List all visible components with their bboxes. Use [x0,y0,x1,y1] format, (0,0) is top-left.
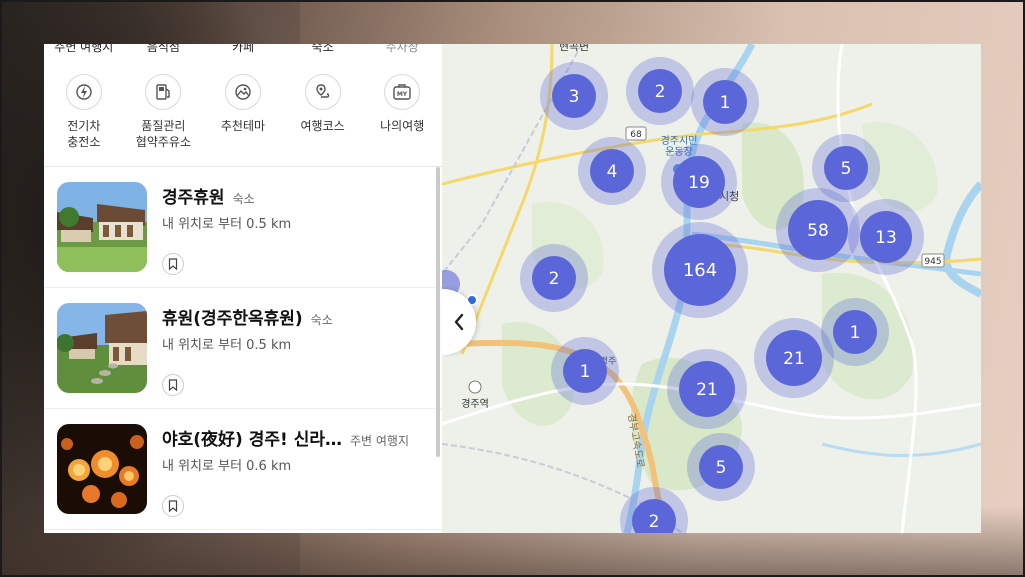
map-cluster-marker[interactable]: 5 [687,433,755,501]
quick-menu-gas-station[interactable]: 품질관리 협약주유소 [124,74,204,150]
cluster-count: 21 [696,380,718,400]
place-title[interactable]: 휴원(경주한옥휴원) [162,304,303,329]
map-cluster-marker[interactable]: 1 [691,68,759,136]
map-cluster-marker[interactable]: 19 [661,144,737,220]
category-tab[interactable]: 주변 여행지 [44,44,124,56]
cluster-count: 164 [683,260,717,281]
map-cluster-marker[interactable]: 21 [754,318,834,398]
station-icon [468,380,482,394]
cluster-count: 2 [549,269,560,289]
place-distance: 내 위치로 부터 0.5 km [162,217,292,232]
cluster-count: 5 [716,458,727,478]
place-distance: 내 위치로 부터 0.5 km [162,338,292,353]
category-tab[interactable]: 카페 [203,44,283,56]
place-distance: 내 위치로 부터 0.6 km [162,459,292,474]
road-number: 945 [924,257,941,267]
cluster-count: 19 [688,173,710,193]
my-trip-badge: MY [397,91,408,98]
cluster-count: 4 [607,162,618,182]
cluster-count: 1 [850,323,861,343]
bookmark-icon [168,379,178,391]
quick-menu: 전기차 충전소 품질관리 협약주유소 추천테마 여행코스 MY 나의여행 [44,74,442,150]
side-panel: 주변 여행지 음식점 카페 숙소 주차장 전기차 충전소 품질관리 협약주유소 [44,44,443,533]
map-label: 현곡면 [559,44,589,53]
quick-menu-label: 나의여행 [380,119,425,133]
place-list: 경주휴원 숙소 내 위치로 부터 0.5 km 휴원(경주한옥휴원) 숙소 내 … [44,167,442,530]
quick-menu-label: 추천테마 [220,119,266,133]
list-scrollbar[interactable] [436,167,440,457]
category-tab[interactable]: 숙소 [283,44,363,56]
place-title[interactable]: 경주휴원 [162,183,225,208]
place-type: 숙소 [232,192,255,206]
quick-menu-theme[interactable]: 추천테마 [203,74,283,150]
category-tab[interactable]: 주차장 [362,44,442,56]
place-thumbnail [57,424,147,514]
quick-menu-route[interactable]: 여행코스 [283,74,363,150]
place-type: 숙소 [310,313,333,327]
place-card[interactable]: 경주휴원 숙소 내 위치로 부터 0.5 km [44,167,442,288]
map-cluster-marker[interactable]: 3 [540,62,608,130]
bookmark-button[interactable] [162,495,184,517]
map-cluster-marker[interactable]: 13 [848,199,924,275]
place-card[interactable]: 야호(夜好) 경주! 신라… 주변 여행지 내 위치로 부터 0.6 km [44,409,442,530]
map-cluster-marker[interactable]: 2 [626,57,694,125]
place-title[interactable]: 야호(夜好) 경주! 신라… [162,425,342,450]
place-thumbnail [57,303,147,393]
app-window: 주변 여행지 음식점 카페 숙소 주차장 전기차 충전소 품질관리 협약주유소 [44,44,981,533]
cluster-count: 3 [569,87,580,107]
bookmark-icon [168,258,178,270]
map-cluster-marker[interactable]: 1 [551,337,619,405]
map-cluster-marker[interactable]: 2 [520,244,588,312]
category-tab[interactable]: 음식점 [124,44,204,56]
cluster-count: 5 [841,159,852,179]
bookmark-button[interactable] [162,374,184,396]
place-thumbnail [57,182,147,272]
map-label: 경주역 [461,397,489,410]
route-icon [304,74,341,110]
quick-menu-label: 품질관리 협약주유소 [135,119,191,149]
place-card[interactable]: 휴원(경주한옥휴원) 숙소 내 위치로 부터 0.5 km [44,288,442,409]
gas-station-icon [145,74,182,110]
map-cluster-marker[interactable]: 4 [578,137,646,205]
cluster-count: 1 [720,93,731,113]
map-cluster-marker[interactable]: 21 [667,349,747,429]
quick-menu-label: 전기차 충전소 [67,119,101,149]
quick-menu-label: 여행코스 [300,119,345,133]
bookmark-button[interactable] [162,253,184,275]
chevron-left-icon [454,313,464,331]
quick-menu-my-trip[interactable]: MY 나의여행 [362,74,442,150]
bookmark-icon [168,500,178,512]
cluster-count: 2 [649,512,660,532]
map-cluster-marker[interactable]: 58 [776,188,860,272]
cluster-count: 1 [580,362,591,382]
my-trip-icon: MY [384,74,421,110]
theme-icon [224,74,261,110]
cluster-count: 21 [783,349,805,369]
map-cluster-marker[interactable]: 164 [652,222,748,318]
cluster-count: 13 [875,228,897,248]
ev-charger-icon [65,74,102,110]
map-canvas[interactable]: 68 945 현곡면 경주시민운동장 경주시청 경주역 경주 경부고속도로 32… [442,44,981,533]
cluster-count: 2 [655,82,666,102]
quick-menu-ev-charger[interactable]: 전기차 충전소 [44,74,124,150]
category-tabs: 주변 여행지 음식점 카페 숙소 주차장 [44,44,442,56]
place-type: 주변 여행지 [349,434,409,448]
cluster-count: 58 [807,221,829,241]
road-number: 68 [630,130,642,140]
